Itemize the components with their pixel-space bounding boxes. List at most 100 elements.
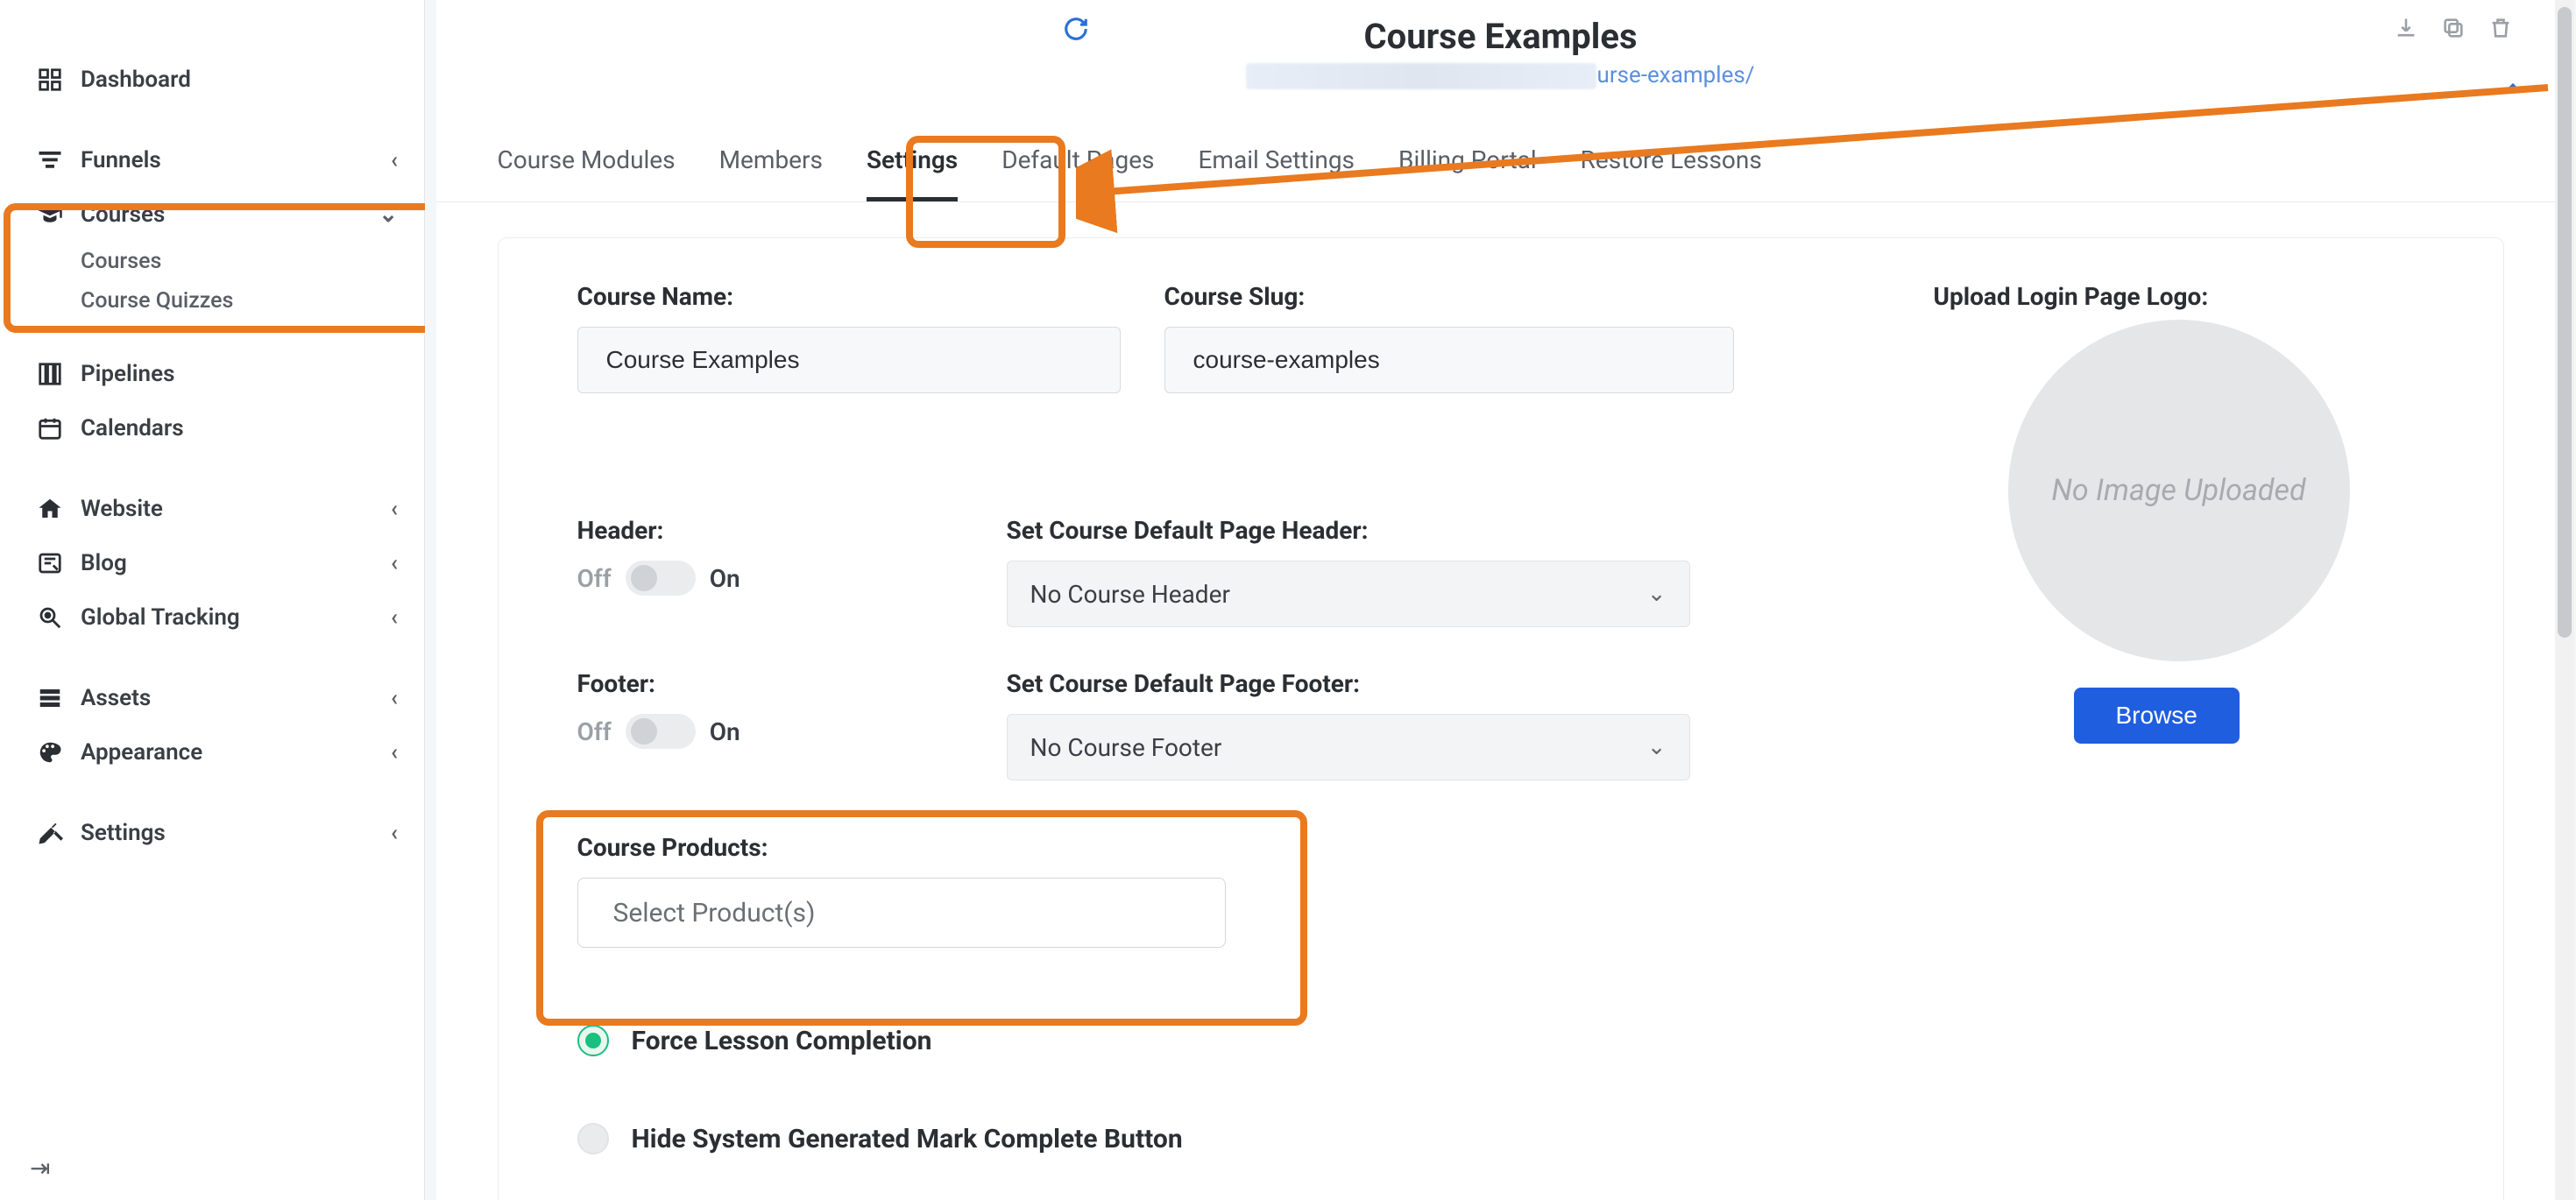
main-inner: Course Examples urse-examples/: [436, 0, 2565, 1200]
field-upload-logo: Upload Login Page Logo: No Image Uploade…: [1934, 282, 2424, 744]
chevron-left-icon: ‹: [372, 550, 398, 576]
tab-billing-portal[interactable]: Billing Portal: [1398, 145, 1537, 201]
tabs-row: Course Modules Members Settings Default …: [436, 114, 2565, 202]
tools-icon: [35, 818, 65, 848]
palette-icon: [35, 738, 65, 767]
page-title: Course Examples: [480, 16, 2522, 57]
sidebar-label: Global Tracking: [81, 604, 240, 631]
tab-members[interactable]: Members: [719, 145, 823, 201]
footer-toggle-wrap: Off On: [577, 714, 954, 749]
sidebar-item-calendars[interactable]: Calendars: [0, 401, 424, 455]
sidebar: Dashboard Funnels ‹ Courses ⌄ Courses Co…: [0, 0, 425, 1200]
course-products-select[interactable]: Select Product(s): [577, 878, 1226, 948]
sidebar-collapse-icon[interactable]: ⇥: [30, 1154, 50, 1182]
sidebar-item-settings[interactable]: Settings ‹: [0, 806, 424, 860]
course-slug-input[interactable]: [1164, 327, 1734, 393]
set-footer-label: Set Course Default Page Footer:: [1007, 669, 1690, 698]
set-header-label: Set Course Default Page Header:: [1007, 516, 1690, 545]
scrollbar-track[interactable]: [2555, 0, 2574, 1200]
page-header: Course Examples urse-examples/: [436, 0, 2565, 96]
sidebar-label: Assets: [81, 685, 151, 711]
tab-course-modules[interactable]: Course Modules: [498, 145, 676, 201]
assets-icon: [35, 683, 65, 713]
sidebar-item-dashboard[interactable]: Dashboard: [0, 53, 424, 107]
calendar-icon: [35, 413, 65, 443]
header-actions: [2394, 16, 2513, 46]
header-toggle-wrap: Off On: [577, 561, 954, 596]
tab-restore-lessons[interactable]: Restore Lessons: [1581, 145, 1762, 201]
sidebar-subitem-courses[interactable]: Courses: [0, 242, 424, 281]
header-section: Header: Off On Set Course Default Page H…: [577, 516, 1716, 627]
refresh-icon[interactable]: [1063, 16, 1089, 49]
sidebar-item-funnels[interactable]: Funnels ‹: [0, 133, 424, 187]
header-toggle[interactable]: [626, 561, 696, 596]
header-label: Header:: [577, 516, 954, 545]
settings-card: Course Name: Course Slug: Upload Login P…: [498, 237, 2504, 1200]
collapse-caret-icon[interactable]: [2501, 75, 2525, 109]
chevron-left-icon: ‹: [372, 820, 398, 846]
sidebar-label: Courses: [81, 201, 165, 228]
radio-force-completion-label: Force Lesson Completion: [632, 1026, 932, 1056]
radio-hide-mark-complete[interactable]: [577, 1123, 609, 1154]
main-content: Course Examples urse-examples/: [425, 0, 2576, 1200]
course-products-placeholder: Select Product(s): [613, 898, 816, 928]
sidebar-item-blog[interactable]: Blog ‹: [0, 536, 424, 590]
sidebar-label: Website: [81, 496, 163, 522]
tab-default-pages[interactable]: Default Pages: [1001, 145, 1154, 201]
footer-select[interactable]: No Course Footer ⌄: [1007, 714, 1690, 780]
header-toggle-col: Header: Off On: [577, 516, 954, 627]
radio-hide-mark-complete-label: Hide System Generated Mark Complete Butt…: [632, 1124, 1183, 1154]
scrollbar-thumb[interactable]: [2558, 7, 2572, 638]
chevron-left-icon: ‹: [372, 147, 398, 173]
page-url: urse-examples/: [480, 62, 2522, 89]
footer-select-value: No Course Footer: [1030, 733, 1222, 762]
funnel-icon: [35, 145, 65, 175]
sidebar-label: Appearance: [81, 739, 202, 766]
blog-icon: [35, 548, 65, 578]
off-label: Off: [577, 717, 612, 746]
sidebar-label: Settings: [81, 820, 166, 846]
tab-settings[interactable]: Settings: [867, 145, 958, 201]
sidebar-item-appearance[interactable]: Appearance ‹: [0, 725, 424, 780]
sidebar-subitem-course-quizzes[interactable]: Course Quizzes: [0, 281, 424, 321]
footer-toggle[interactable]: [626, 714, 696, 749]
sidebar-label: Pipelines: [81, 361, 174, 387]
on-label: On: [710, 717, 740, 746]
upload-logo-label: Upload Login Page Logo:: [1934, 282, 2209, 311]
sidebar-item-courses[interactable]: Courses ⌄: [0, 187, 424, 242]
radio-options: Force Lesson Completion Hide System Gene…: [577, 1009, 2424, 1170]
graduation-cap-icon: [35, 200, 65, 229]
browse-button[interactable]: Browse: [2074, 688, 2240, 744]
pipelines-icon: [35, 359, 65, 389]
radio-force-completion[interactable]: [577, 1025, 609, 1056]
download-icon[interactable]: [2394, 16, 2418, 46]
url-suffix: urse-examples/: [1596, 62, 1754, 88]
sidebar-label: Blog: [81, 550, 127, 576]
sidebar-item-pipelines[interactable]: Pipelines: [0, 347, 424, 401]
tab-email-settings[interactable]: Email Settings: [1199, 145, 1355, 201]
course-slug-label: Course Slug:: [1164, 282, 1734, 311]
sidebar-label: Dashboard: [81, 67, 191, 93]
course-products-section: Course Products: Select Product(s): [577, 833, 1296, 948]
header-select-value: No Course Header: [1030, 580, 1230, 609]
course-name-label: Course Name:: [577, 282, 1121, 311]
upload-placeholder: No Image Uploaded: [2008, 320, 2350, 661]
sidebar-label: Funnels: [81, 147, 161, 173]
header-select-col: Set Course Default Page Header: No Cours…: [1007, 516, 1690, 627]
chevron-left-icon: ‹: [372, 604, 398, 631]
duplicate-icon[interactable]: [2441, 16, 2466, 46]
header-select[interactable]: No Course Header ⌄: [1007, 561, 1690, 627]
sidebar-label: Courses: [81, 249, 161, 274]
sidebar-item-global-tracking[interactable]: Global Tracking ‹: [0, 590, 424, 645]
footer-select-col: Set Course Default Page Footer: No Cours…: [1007, 669, 1690, 780]
course-products-label: Course Products:: [577, 833, 1296, 862]
chevron-down-icon: ⌄: [1647, 734, 1667, 760]
footer-toggle-col: Footer: Off On: [577, 669, 954, 780]
tracking-icon: [35, 603, 65, 632]
course-name-input[interactable]: [577, 327, 1121, 393]
redacted-url-prefix: [1246, 63, 1596, 89]
sidebar-item-assets[interactable]: Assets ‹: [0, 671, 424, 725]
off-label: Off: [577, 564, 612, 593]
trash-icon[interactable]: [2488, 16, 2513, 46]
sidebar-item-website[interactable]: Website ‹: [0, 482, 424, 536]
